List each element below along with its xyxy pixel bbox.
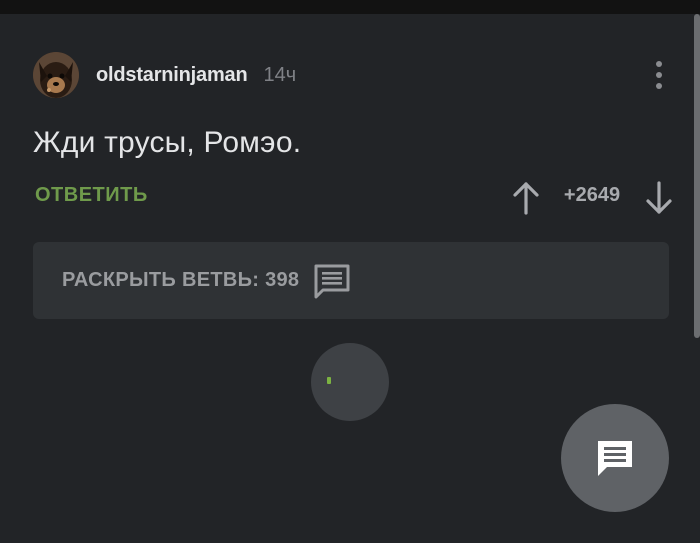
expand-thread-button[interactable]: РАСКРЫТЬ ВЕТВЬ: 398	[33, 242, 669, 319]
spinner-indicator	[327, 377, 331, 384]
loading-spinner	[311, 343, 389, 421]
arrow-down-icon	[646, 181, 672, 214]
upvote-button[interactable]	[512, 181, 540, 215]
vote-score: +2649	[563, 184, 621, 206]
user-avatar[interactable]	[33, 52, 79, 98]
top-bar	[0, 0, 700, 14]
dog-avatar-icon	[33, 52, 79, 98]
expand-thread-label: РАСКРЫТЬ ВЕТВЬ: 398	[62, 269, 300, 291]
comment-body: Жди трусы, Ромэо.	[33, 126, 302, 159]
comment-header: oldstarninjaman 14ч	[33, 52, 296, 98]
comments-icon	[314, 264, 350, 298]
scrollbar[interactable]	[694, 14, 700, 338]
downvote-button[interactable]	[645, 181, 673, 215]
more-options-button[interactable]	[648, 58, 670, 92]
new-comment-fab[interactable]	[561, 404, 669, 512]
arrow-up-icon	[513, 182, 539, 215]
comment-timestamp: 14ч	[263, 63, 297, 86]
reply-button[interactable]: ОТВЕТИТЬ	[35, 184, 148, 207]
username[interactable]: oldstarninjaman	[96, 64, 248, 87]
more-vertical-icon	[656, 61, 662, 67]
comment-icon	[598, 441, 632, 476]
